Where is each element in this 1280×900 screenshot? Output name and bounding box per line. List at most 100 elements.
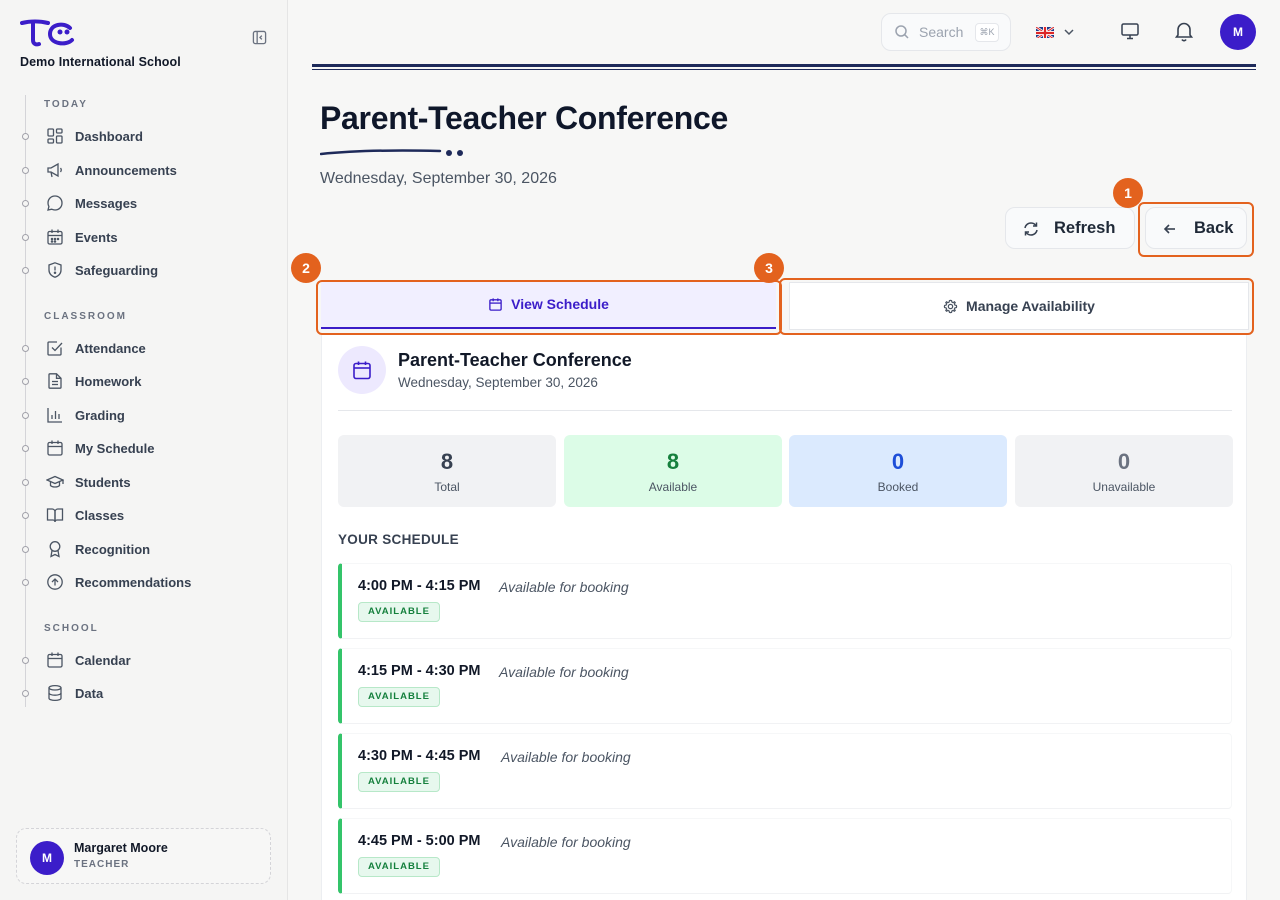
sidebar-item-label: Attendance <box>75 341 146 356</box>
search-placeholder: Search <box>919 24 964 40</box>
nav-section-school: SCHOOL <box>44 623 99 634</box>
divider <box>338 410 1232 411</box>
avatar[interactable]: M <box>1220 14 1256 50</box>
calendar-icon <box>47 440 63 456</box>
tab-label: View Schedule <box>511 296 609 312</box>
stat-value: 0 <box>1117 449 1131 474</box>
stat-booked: 0 Booked <box>789 435 1007 507</box>
sidebar-item-label: Students <box>75 475 131 490</box>
back-label: Back <box>1194 219 1234 237</box>
sidebar-item-recognition[interactable]: Recognition <box>22 536 272 562</box>
school-name: Demo International School <box>20 55 181 69</box>
book-icon <box>46 508 64 523</box>
sidebar-item-students[interactable]: Students <box>22 469 272 495</box>
arrow-left-icon <box>1163 224 1175 234</box>
refresh-icon <box>1024 222 1038 236</box>
shield-icon <box>48 262 62 278</box>
user-profile-card[interactable]: M Margaret Moore TEACHER <box>16 828 271 884</box>
refresh-button[interactable]: Refresh <box>1005 207 1135 249</box>
page-date: Wednesday, September 30, 2026 <box>320 170 557 187</box>
schedule-slot[interactable]: 4:00 PM - 4:15 PM Available for booking … <box>338 563 1232 639</box>
tab-view-schedule[interactable]: View Schedule <box>321 281 776 329</box>
sidebar-item-label: Calendar <box>75 653 131 668</box>
stat-label: Total <box>434 480 460 494</box>
stat-available: 8 Available <box>564 435 782 507</box>
sidebar-collapse-icon <box>252 30 266 44</box>
database-icon <box>48 684 62 702</box>
sidebar-item-recommendations[interactable]: Recommendations <box>22 569 272 595</box>
status-badge: AVAILABLE <box>358 857 440 877</box>
message-icon <box>47 195 63 211</box>
sidebar-item-my-schedule[interactable]: My Schedule <box>22 435 272 461</box>
sidebar-item-attendance[interactable]: Attendance <box>22 335 272 361</box>
sidebar-item-grading[interactable]: Grading <box>22 402 272 428</box>
title-underline-decoration <box>320 149 463 156</box>
graduation-cap-icon <box>46 475 64 488</box>
tab-manage-availability[interactable]: Manage Availability <box>789 282 1249 330</box>
schedule-slot[interactable]: 4:30 PM - 4:45 PM Available for booking … <box>338 733 1232 809</box>
nav-section-classroom: CLASSROOM <box>44 311 127 322</box>
avatar: M <box>30 841 64 875</box>
slot-note: Available for booking <box>499 664 629 680</box>
card-title: Parent-Teacher Conference <box>398 350 632 370</box>
sidebar-item-dashboard[interactable]: Dashboard <box>22 123 272 149</box>
back-button[interactable]: Back <box>1145 207 1247 249</box>
gear-icon <box>943 299 958 313</box>
sidebar-item-label: Homework <box>75 374 142 389</box>
status-badge: AVAILABLE <box>358 772 440 792</box>
slot-note: Available for booking <box>501 834 631 850</box>
sidebar-item-label: Events <box>75 230 118 245</box>
document-icon <box>48 373 62 389</box>
annotation-badge-2: 2 <box>291 253 321 283</box>
bar-chart-icon <box>47 408 62 423</box>
stat-value: 0 <box>891 449 905 474</box>
status-badge: AVAILABLE <box>358 687 440 707</box>
calendar-icon <box>47 652 63 668</box>
search-input[interactable]: Search ⌘K <box>881 13 1011 51</box>
annotation-badge-1: 1 <box>1113 178 1143 208</box>
user-role: TEACHER <box>74 859 130 870</box>
sidebar-item-events[interactable]: Events <box>22 224 272 250</box>
sidebar-item-label: Dashboard <box>75 129 143 144</box>
calendar-icon <box>47 229 63 245</box>
nav-timeline <box>25 95 26 707</box>
award-icon <box>49 541 61 558</box>
sidebar-item-label: Recognition <box>75 542 151 557</box>
slot-note: Available for booking <box>499 579 629 595</box>
schedule-slot[interactable]: 4:45 PM - 5:00 PM Available for booking … <box>338 818 1232 894</box>
sidebar-item-data[interactable]: Data <box>22 680 272 706</box>
schedule-slot[interactable]: 4:15 PM - 4:30 PM Available for booking … <box>338 648 1232 724</box>
page-title: Parent-Teacher Conference <box>320 100 729 136</box>
sidebar-item-label: Safeguarding <box>75 263 159 278</box>
language-selector[interactable] <box>1036 20 1086 44</box>
stat-label: Available <box>648 480 698 494</box>
header-divider <box>312 64 1256 67</box>
sidebar-item-calendar[interactable]: Calendar <box>22 647 272 673</box>
arrow-up-circle-icon <box>47 574 63 590</box>
sidebar-item-announcements[interactable]: Announcements <box>22 157 272 183</box>
card-date: Wednesday, September 30, 2026 <box>398 375 598 390</box>
stat-total: 8 Total <box>338 435 556 507</box>
calendar-icon <box>338 346 386 394</box>
stat-label: Booked <box>877 480 919 494</box>
slot-time: 4:15 PM - 4:30 PM <box>358 663 481 679</box>
sidebar-item-homework[interactable]: Homework <box>22 368 272 394</box>
collapse-sidebar-button[interactable] <box>250 28 268 46</box>
sidebar-item-messages[interactable]: Messages <box>22 190 272 216</box>
calendar-icon <box>489 297 502 311</box>
school-logo <box>20 19 74 47</box>
sidebar-item-label: Announcements <box>75 163 177 178</box>
checkbox-icon <box>47 341 63 356</box>
sidebar-item-label: Grading <box>75 408 125 423</box>
sidebar: Demo International School TODAY Dashboar… <box>0 0 288 900</box>
sidebar-item-label: Messages <box>75 196 138 211</box>
slot-time: 4:00 PM - 4:15 PM <box>358 578 481 594</box>
refresh-label: Refresh <box>1054 219 1116 237</box>
schedule-heading: YOUR SCHEDULE <box>338 532 459 547</box>
chevron-down-icon <box>1064 29 1074 36</box>
sidebar-item-safeguarding[interactable]: Safeguarding <box>22 257 272 283</box>
monitor-icon[interactable] <box>1119 20 1141 42</box>
user-name: Margaret Moore <box>74 841 168 855</box>
sidebar-item-classes[interactable]: Classes <box>22 502 272 528</box>
bell-icon[interactable] <box>1172 19 1196 43</box>
